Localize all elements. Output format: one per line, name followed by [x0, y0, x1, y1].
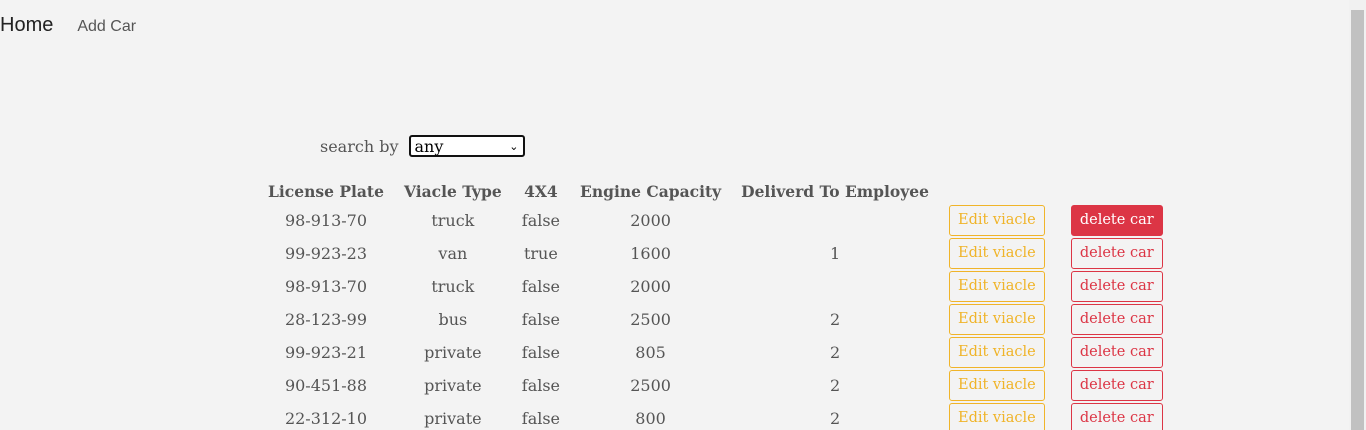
- cell-edit: Edit viacle: [939, 270, 1055, 303]
- cell-delete: delete car: [1055, 204, 1179, 237]
- cell-license-plate: 98-913-70: [284, 211, 368, 230]
- cell-edit: Edit viacle: [939, 369, 1055, 402]
- chevron-down-icon: ⌄: [509, 139, 519, 153]
- cell-engine-capacity: 805: [635, 343, 666, 362]
- table-row: 98-913-70 truck false 2000 Edit viacle delete…: [258, 270, 1179, 303]
- cell-viacle-type: private: [424, 376, 482, 395]
- header-edit: [939, 178, 1055, 204]
- cell-delete: delete car: [1055, 270, 1179, 303]
- edit-viacle-button[interactable]: Edit viacle: [948, 238, 1045, 269]
- cell-license-plate: 99-923-23: [284, 244, 368, 263]
- cell-delivered-to-employee: 2: [829, 409, 841, 428]
- cell-engine-capacity: 800: [635, 409, 666, 428]
- search-by-select[interactable]: any ⌄: [408, 135, 525, 157]
- search-label: search by: [320, 136, 399, 156]
- cell-4x4: true: [523, 244, 558, 263]
- cell-viacle-type: private: [424, 343, 482, 362]
- edit-viacle-button[interactable]: Edit viacle: [948, 370, 1045, 401]
- delete-car-button[interactable]: delete car: [1070, 403, 1163, 430]
- cell-4x4: false: [521, 376, 561, 395]
- table-header-row: License Plate Viacle Type 4X4 Engine Cap…: [258, 178, 1179, 204]
- header-delivered-to-employee: Deliverd To Employee: [741, 181, 929, 201]
- cell-engine-capacity: 2000: [630, 211, 671, 230]
- delete-car-button[interactable]: delete car: [1070, 304, 1163, 335]
- table-row: 99-923-23 van true 1600 1 Edit viacle delete c…: [258, 237, 1179, 270]
- table-row: 28-123-99 bus false 2500 2 Edit viacle delete …: [258, 303, 1179, 336]
- delete-car-button[interactable]: delete car: [1070, 238, 1163, 269]
- cell-edit: Edit viacle: [939, 336, 1055, 369]
- cell-license-plate: 98-913-70: [284, 277, 368, 296]
- cell-engine-capacity: 2500: [630, 310, 671, 329]
- delete-car-button[interactable]: delete car: [1070, 337, 1163, 368]
- scrollbar-thumb[interactable]: [1351, 10, 1364, 430]
- cell-delivered-to-employee: 2: [829, 376, 841, 395]
- cell-4x4: false: [521, 211, 561, 230]
- nav-add-car-link[interactable]: Add Car: [77, 18, 136, 36]
- cell-delete: delete car: [1055, 369, 1179, 402]
- delete-car-button[interactable]: delete car: [1070, 271, 1163, 302]
- table-row: 22-312-10 private false 800 2 Edit viacle dele…: [258, 402, 1179, 430]
- cell-4x4: false: [521, 277, 561, 296]
- cell-edit: Edit viacle: [939, 303, 1055, 336]
- cell-viacle-type: truck: [431, 277, 475, 296]
- delete-car-button[interactable]: delete car: [1070, 205, 1163, 236]
- table-row: 90-451-88 private false 2500 2 Edit viacle del…: [258, 369, 1179, 402]
- edit-viacle-button[interactable]: Edit viacle: [948, 403, 1045, 430]
- cell-delivered-to-employee: 2: [829, 310, 841, 329]
- nav-home-link[interactable]: Home: [0, 14, 53, 37]
- header-license-plate: License Plate: [268, 181, 384, 201]
- cell-delete: delete car: [1055, 303, 1179, 336]
- cell-edit: Edit viacle: [939, 204, 1055, 237]
- cell-delete: delete car: [1055, 336, 1179, 369]
- search-row: search by any ⌄: [320, 135, 525, 157]
- delete-car-button[interactable]: delete car: [1070, 370, 1163, 401]
- edit-viacle-button[interactable]: Edit viacle: [948, 337, 1045, 368]
- header-engine-capacity: Engine Capacity: [580, 181, 722, 201]
- cell-license-plate: 99-923-21: [284, 343, 368, 362]
- edit-viacle-button[interactable]: Edit viacle: [948, 304, 1045, 335]
- header-4x4: 4X4: [524, 181, 558, 201]
- cell-delivered-to-employee: 2: [829, 343, 841, 362]
- header-viacle-type: Viacle Type: [403, 181, 502, 201]
- cell-delete: delete car: [1055, 402, 1179, 430]
- cell-engine-capacity: 1600: [630, 244, 671, 263]
- cell-viacle-type: private: [424, 409, 482, 428]
- cell-engine-capacity: 2000: [630, 277, 671, 296]
- cell-delete: delete car: [1055, 237, 1179, 270]
- cell-4x4: false: [521, 409, 561, 428]
- top-nav: Home Add Car: [0, 14, 136, 37]
- edit-viacle-button[interactable]: Edit viacle: [948, 205, 1045, 236]
- cell-viacle-type: bus: [438, 310, 468, 329]
- vertical-scrollbar[interactable]: [1349, 0, 1366, 430]
- edit-viacle-button[interactable]: Edit viacle: [948, 271, 1045, 302]
- cars-table: License Plate Viacle Type 4X4 Engine Cap…: [258, 178, 1179, 430]
- cell-license-plate: 28-123-99: [284, 310, 368, 329]
- cell-viacle-type: truck: [431, 211, 475, 230]
- cell-delivered-to-employee: 1: [829, 244, 841, 263]
- cell-4x4: false: [521, 310, 561, 329]
- cell-edit: Edit viacle: [939, 402, 1055, 430]
- cell-viacle-type: van: [438, 244, 468, 263]
- cell-4x4: false: [521, 343, 561, 362]
- cell-edit: Edit viacle: [939, 237, 1055, 270]
- cell-license-plate: 22-312-10: [284, 409, 368, 428]
- header-delete: [1055, 178, 1179, 204]
- cell-delivered-to-employee: [731, 204, 939, 237]
- cell-license-plate: 90-451-88: [284, 376, 368, 395]
- table-row: 99-923-21 private false 805 2 Edit viacle dele…: [258, 336, 1179, 369]
- cell-engine-capacity: 2500: [630, 376, 671, 395]
- table-row: 98-913-70 truck false 2000 Edit viacle delete…: [258, 204, 1179, 237]
- search-by-value: any: [414, 136, 444, 156]
- cell-delivered-to-employee: [731, 270, 939, 303]
